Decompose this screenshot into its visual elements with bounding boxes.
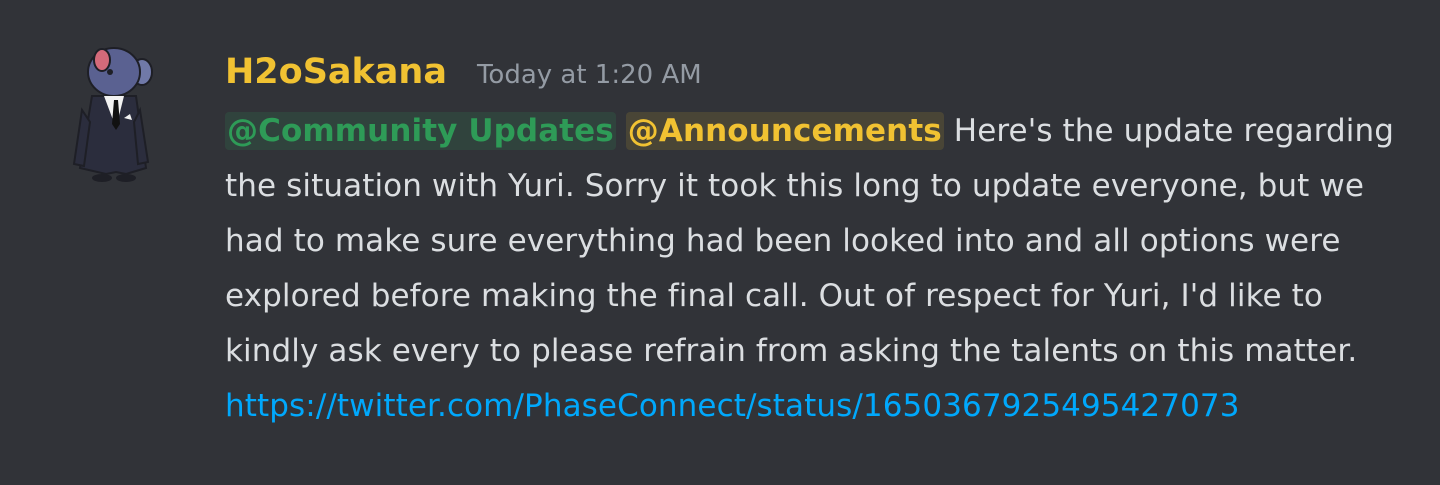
- message-header: H2oSakana Today at 1:20 AM: [225, 52, 1425, 104]
- fish-in-suit-avatar-icon: [72, 47, 153, 182]
- chat-message: H2oSakana Today at 1:20 AM @Community Up…: [0, 0, 1440, 485]
- mention-announcements[interactable]: @Announcements: [625, 112, 944, 150]
- message-body: @Community Updates @Announcements Here's…: [225, 104, 1425, 434]
- message-text: Here's the update regarding the situatio…: [225, 113, 1394, 369]
- timestamp[interactable]: Today at 1:20 AM: [477, 60, 702, 90]
- message-content: H2oSakana Today at 1:20 AM @Community Up…: [225, 52, 1425, 434]
- avatar[interactable]: [66, 40, 166, 190]
- mention-community-updates[interactable]: @Community Updates: [225, 112, 616, 150]
- username[interactable]: H2oSakana: [225, 52, 447, 92]
- message-link[interactable]: https://twitter.com/PhaseConnect/status/…: [225, 388, 1240, 424]
